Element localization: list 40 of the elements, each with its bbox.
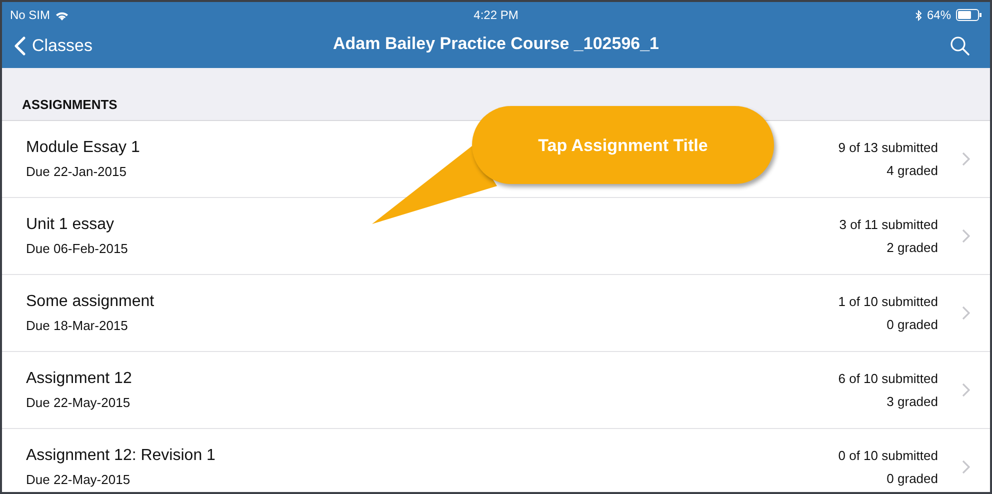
submitted-count: 9 of 13 submitted xyxy=(838,140,938,155)
battery-percentage: 64% xyxy=(926,8,951,22)
section-header: ASSIGNMENTS xyxy=(22,97,118,112)
chevron-right-icon xyxy=(962,306,970,320)
assignment-title: Assignment 12: Revision 1 xyxy=(26,447,216,465)
carrier-label: No SIM xyxy=(10,8,50,22)
assignment-row[interactable]: Some assignment Due 18-Mar-2015 1 of 10 submitted 0 graded xyxy=(2,275,990,352)
chevron-right-icon xyxy=(962,460,970,474)
submitted-count: 0 of 10 submitted xyxy=(838,448,938,463)
assignment-title: Assignment 12 xyxy=(26,370,132,388)
callout-text: Tap Assignment Title xyxy=(538,136,708,157)
graded-count: 2 graded xyxy=(886,240,938,255)
assignment-row[interactable]: Assignment 12 Due 22-May-2015 6 of 10 submitted 3 graded xyxy=(2,352,990,429)
search-icon[interactable] xyxy=(950,36,970,56)
due-date: Due 18-Mar-2015 xyxy=(26,318,128,333)
submitted-count: 1 of 10 submitted xyxy=(838,294,938,309)
chevron-left-icon xyxy=(14,36,26,56)
submitted-count: 3 of 11 submitted xyxy=(839,217,938,232)
assignment-title: Some assignment xyxy=(26,293,154,311)
assignment-title: Module Essay 1 xyxy=(26,139,140,157)
due-date: Due 22-May-2015 xyxy=(26,472,130,487)
due-date: Due 06-Feb-2015 xyxy=(26,241,128,256)
bluetooth-icon xyxy=(914,10,922,20)
chevron-right-icon xyxy=(962,152,970,166)
chevron-right-icon xyxy=(962,383,970,397)
clock-time: 4:22 PM xyxy=(474,8,518,22)
assignment-title: Unit 1 essay xyxy=(26,216,114,234)
graded-count: 3 graded xyxy=(886,394,938,409)
due-date: Due 22-May-2015 xyxy=(26,395,130,410)
graded-count: 4 graded xyxy=(886,163,938,178)
due-date: Due 22-Jan-2015 xyxy=(26,164,126,179)
submitted-count: 6 of 10 submitted xyxy=(838,371,938,386)
wifi-icon xyxy=(55,10,70,20)
battery-icon xyxy=(956,9,982,21)
graded-count: 0 graded xyxy=(886,317,938,332)
chevron-right-icon xyxy=(962,229,970,243)
assignment-row[interactable]: Assignment 12: Revision 1 Due 22-May-2015 0 of 10 submitted 0 graded xyxy=(2,429,990,492)
course-title: Adam Bailey Practice Course _102596_1 xyxy=(332,34,660,54)
graded-count: 0 graded xyxy=(886,471,938,486)
back-button[interactable]: Classes xyxy=(14,36,92,56)
